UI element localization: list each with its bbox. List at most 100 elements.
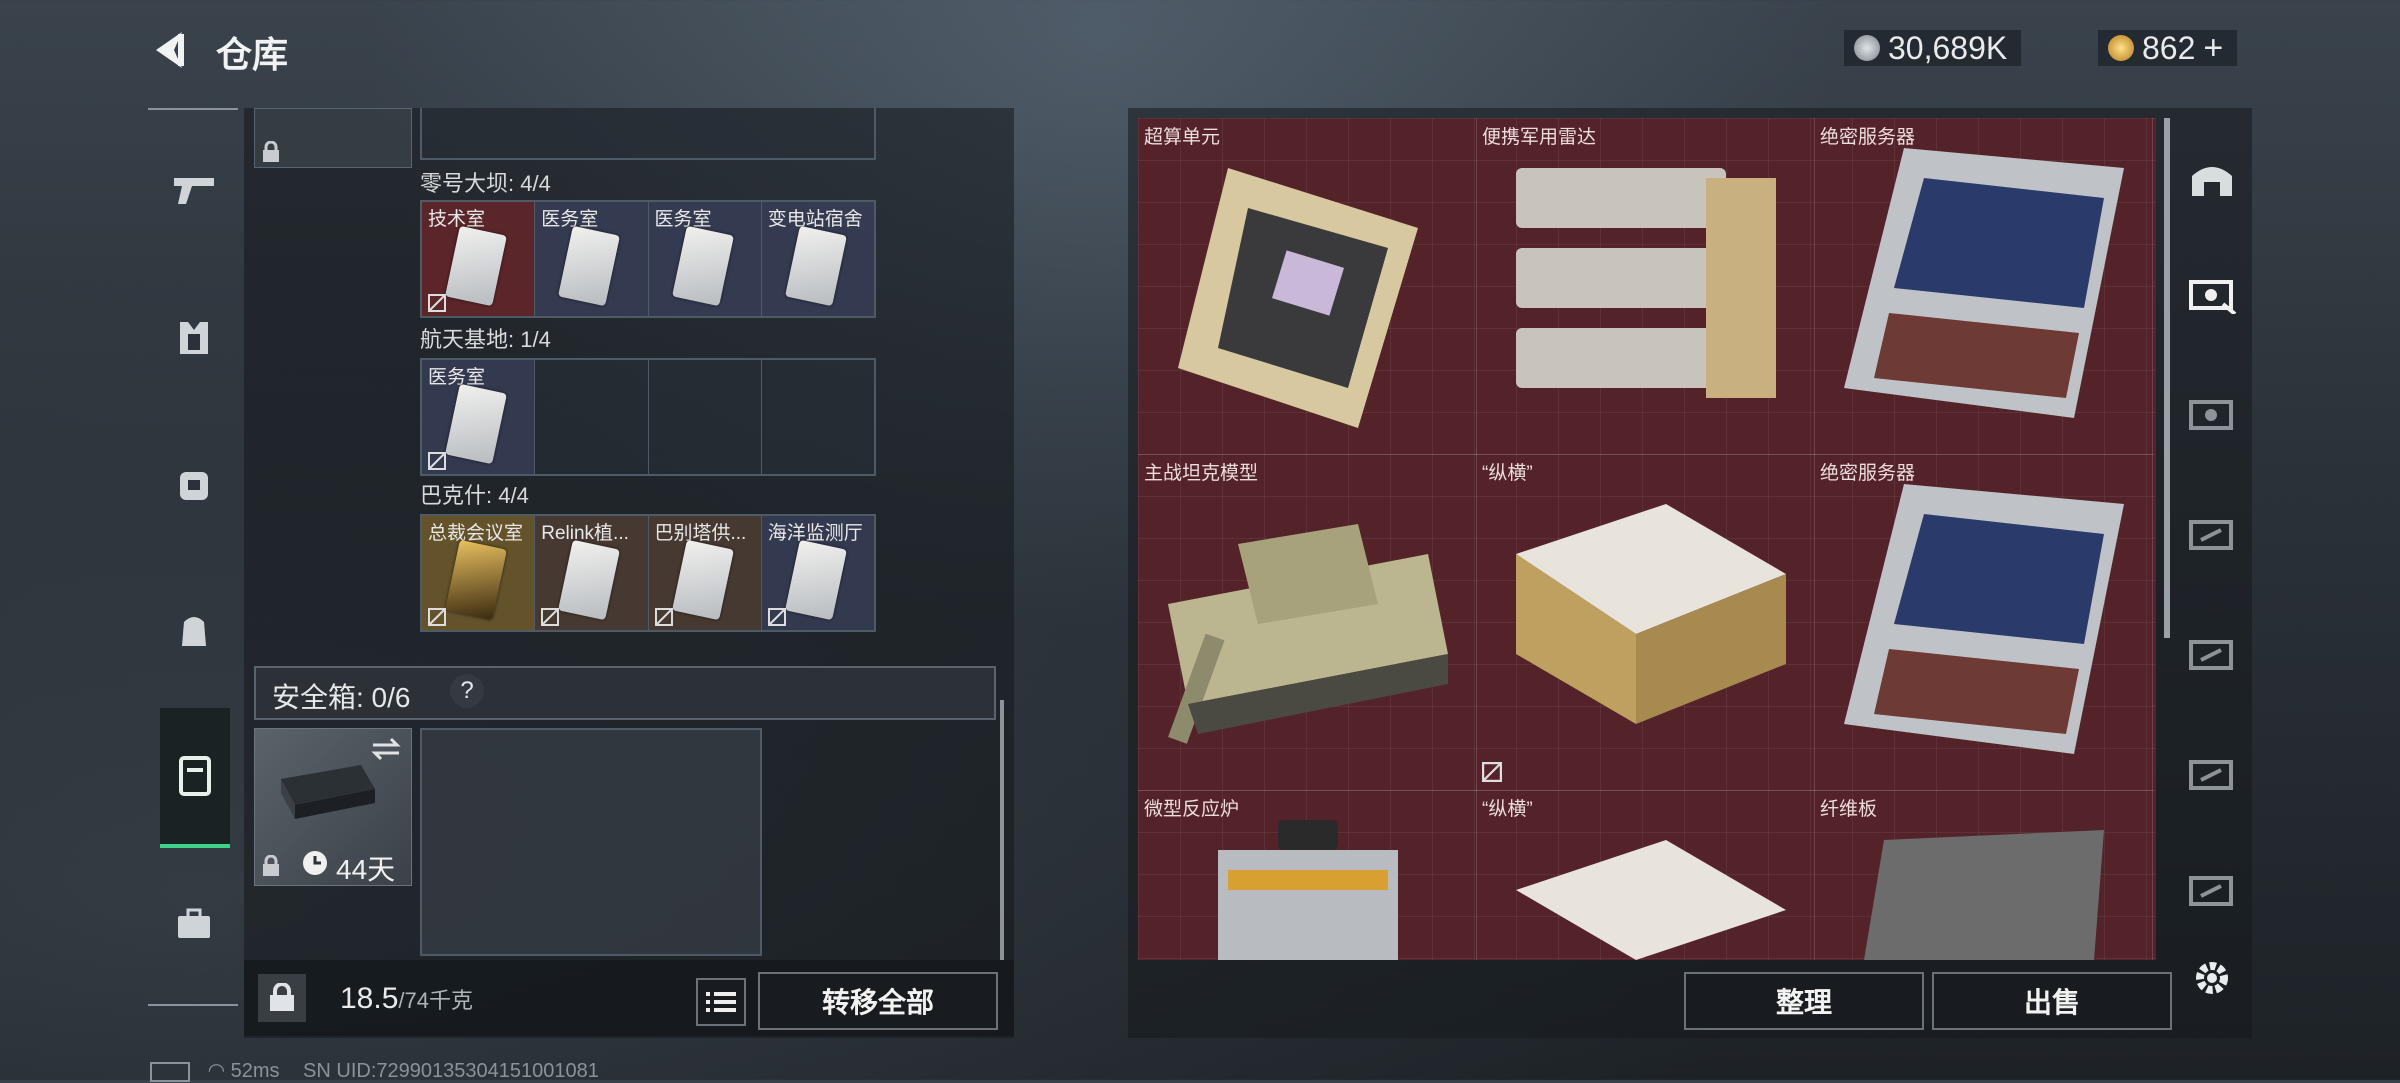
ping-value: 52ms [230, 1060, 280, 1082]
keycard-slot[interactable]: Relink植... [535, 516, 649, 630]
nav-case-icon[interactable] [160, 890, 228, 958]
item-name: 超算单元 [1144, 127, 1221, 148]
nav-weapon-icon[interactable] [160, 156, 228, 224]
keycard-name: 医务室 [541, 209, 599, 230]
group-label-bakshi: 巴克什: 4/4 [420, 483, 529, 508]
keycard-slot[interactable]: 变电站宿舍 [761, 202, 874, 316]
sort-button[interactable]: 整理 [1684, 972, 1924, 1030]
no-bind-icon [428, 294, 446, 312]
keycard-name: 海洋监测厅 [767, 523, 863, 544]
item-cell[interactable]: 绝密服务器 [1814, 118, 2153, 455]
transfer-all-button[interactable]: 转移全部 [758, 972, 998, 1030]
left-scrollbar[interactable] [1000, 700, 1004, 960]
item-cell[interactable]: 超算单元 [1138, 118, 1477, 455]
back-arrow-icon[interactable] [148, 28, 192, 72]
keycard-image [671, 225, 734, 307]
tab-storage-4-icon[interactable] [2180, 622, 2244, 686]
tab-storage-1-icon[interactable] [2180, 262, 2244, 326]
keycard-image [445, 383, 507, 465]
empty-slot[interactable] [535, 360, 649, 474]
currency-coins[interactable]: 30,689K [1844, 30, 2022, 66]
item-cell[interactable]: 便携军用雷达 [1476, 118, 1815, 455]
add-currency-icon[interactable]: + [2203, 29, 2223, 68]
no-bind-icon [428, 452, 446, 470]
currency-premium-value: 862 [2142, 29, 2196, 66]
no-bind-icon [767, 608, 786, 626]
item-cell[interactable]: 绝密服务器 [1814, 454, 2153, 791]
keycard-slot[interactable]: 技术室 [422, 202, 536, 316]
tab-storage-3-icon[interactable] [2180, 502, 2244, 566]
sell-button[interactable]: 出售 [1932, 972, 2172, 1030]
nav-chest-rig-icon[interactable] [160, 450, 228, 518]
item-cell[interactable]: 微型反应炉 [1138, 790, 1477, 960]
lock-toggle-button[interactable] [258, 974, 306, 1022]
keycard-image [558, 539, 621, 621]
item-name: “纵横” [1482, 799, 1533, 820]
keycard-slot[interactable]: 巴别塔供... [648, 516, 762, 630]
keycard-slot[interactable]: 总裁会议室 [422, 516, 536, 630]
keycard-name: 医务室 [428, 367, 486, 388]
tab-storage-6-icon[interactable] [2180, 858, 2244, 922]
keycard-image [445, 539, 507, 621]
weight-max: /74千克 [398, 988, 473, 1013]
keycard-slot[interactable]: 海洋监测厅 [761, 516, 874, 630]
nav-divider [148, 108, 238, 110]
secret-server-image [1844, 148, 2124, 418]
tab-storage-2-icon[interactable] [2180, 382, 2244, 446]
settings-gear-icon[interactable] [2180, 946, 2244, 1010]
no-bind-icon [654, 608, 673, 626]
item-cell[interactable]: “纵横” [1476, 454, 1815, 791]
help-button[interactable]: ? [450, 674, 484, 708]
chess-set-image [1516, 840, 1786, 960]
item-name: “纵横” [1482, 463, 1533, 484]
nav-divider [148, 1004, 238, 1006]
supercomputer-unit-image [1178, 168, 1418, 428]
item-cell[interactable]: 纤维板 [1814, 790, 2153, 960]
uid-text: SN UID:72990135304151001081 [303, 1060, 599, 1082]
keycard-row-space-base: 医务室 [420, 358, 876, 476]
keycard-row-partial [420, 108, 876, 160]
military-radar-image [1516, 168, 1776, 398]
item-cell[interactable]: 主战坦克模型 [1138, 454, 1477, 791]
nav-armor-icon[interactable] [160, 304, 228, 372]
storage-grid[interactable]: 超算单元 便携军用雷达 绝密服务器 主战坦克模型 “纵横” 绝密服务器 微型反应… [1138, 118, 2156, 960]
keycard-image [784, 225, 847, 307]
wifi-icon: ◠ [207, 1060, 226, 1082]
keycard-slot[interactable]: 医务室 [422, 360, 536, 474]
keycard-name: 巴别塔供... [654, 523, 747, 544]
safe-box-label: 安全箱: 0/6 [272, 682, 411, 713]
right-scrollbar[interactable] [2164, 118, 2170, 638]
keycard-name: 变电站宿舍 [767, 209, 863, 230]
clock-icon [303, 851, 327, 875]
no-bind-icon [1482, 762, 1502, 782]
currency-premium[interactable]: 862 + [2098, 29, 2238, 68]
keycard-slot[interactable]: 医务室 [648, 202, 762, 316]
item-name: 主战坦克模型 [1144, 463, 1259, 484]
swap-icon[interactable] [371, 737, 401, 761]
item-cell[interactable]: “纵横” [1476, 790, 1815, 960]
safe-box-days-remaining: 44天 [336, 854, 396, 885]
secret-server-image [1844, 484, 2124, 754]
weight-current: 18.5 [340, 982, 399, 1015]
list-view-button[interactable] [696, 978, 746, 1026]
keycard-row-bakshi: 总裁会议室 Relink植... 巴别塔供... 海洋监测厅 [420, 514, 876, 632]
keycard-image [671, 539, 734, 621]
premium-coin-icon [2108, 35, 2134, 61]
keycard-slot[interactable]: 医务室 [535, 202, 649, 316]
nav-backpack-icon[interactable] [160, 596, 228, 664]
keycard-name: Relink植... [541, 523, 629, 544]
group-label-space-base: 航天基地: 1/4 [420, 327, 551, 352]
empty-slot[interactable] [649, 360, 762, 474]
tab-storage-5-icon[interactable] [2180, 742, 2244, 806]
tank-model-image [1168, 524, 1448, 744]
keycard-name: 总裁会议室 [428, 523, 524, 544]
safebox-icon [179, 756, 211, 796]
nav-safebox-selected[interactable] [160, 708, 230, 848]
empty-slot[interactable] [762, 360, 874, 474]
keycard-image [558, 225, 621, 307]
tab-storage-icon[interactable] [2180, 146, 2244, 210]
list-icon [706, 992, 736, 1012]
chess-set-image [1516, 504, 1786, 724]
safe-box-grid[interactable] [420, 728, 762, 956]
keycard-name: 技术室 [428, 209, 486, 230]
